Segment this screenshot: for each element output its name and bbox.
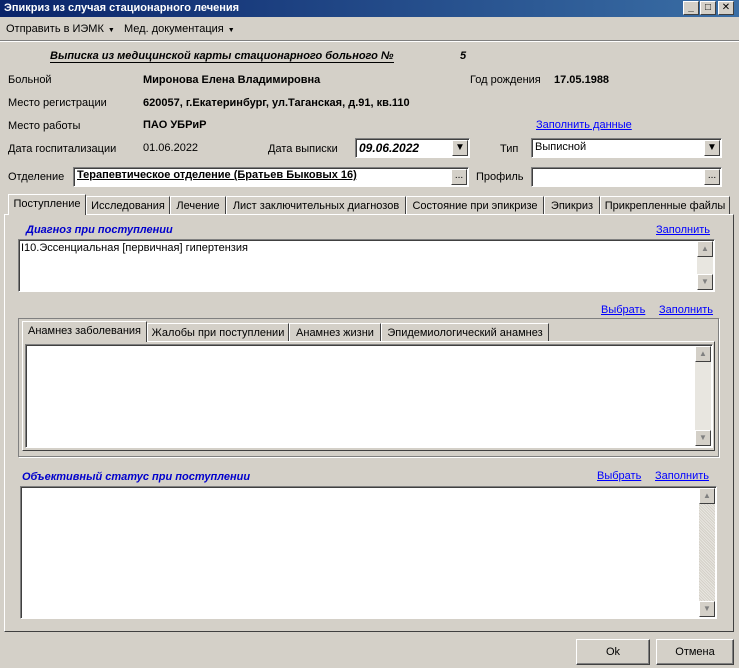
scroll-down-icon[interactable]: ▼ [697, 274, 713, 290]
department-label: Отделение [8, 171, 65, 183]
anamnesis-scrollbar[interactable]: ▲ ▼ [695, 346, 711, 446]
work-value: ПАО УБРиР [143, 119, 207, 131]
ok-button[interactable]: Ok [576, 639, 650, 665]
hospitalization-label: Дата госпитализации [8, 143, 117, 155]
objective-title: Объективный статус при поступлении [22, 471, 251, 483]
birth-label: Год рождения [470, 74, 541, 86]
type-label: Тип [500, 143, 519, 155]
window-title-bar[interactable]: Эпикриз из случая стационарного лечения … [0, 0, 739, 17]
objective-fill-link[interactable]: Заполнить [655, 470, 709, 482]
hospitalization-date: 01.06.2022 [143, 142, 199, 154]
diagnosis-fill-link[interactable]: Заполнить [656, 224, 710, 236]
menu-send-iemk-label: Отправить в ИЭМК [6, 23, 104, 35]
anamnesis-fill-link[interactable]: Заполнить [659, 304, 713, 316]
discharge-label: Дата выписки [268, 143, 338, 155]
menu-bar: Отправить в ИЭМК ▼ Мед. документация ▼ [0, 18, 739, 40]
type-select-value: Выписной [535, 141, 587, 153]
tab-treatment[interactable]: Лечение [170, 196, 226, 215]
profile-label: Профиль [476, 171, 524, 183]
ellipsis-button[interactable]: ... [451, 169, 467, 185]
menu-send-iemk[interactable]: Отправить в ИЭМК ▼ [6, 23, 115, 35]
chevron-down-icon[interactable]: ▼ [452, 140, 468, 156]
tab-research[interactable]: Исследования [86, 196, 170, 215]
scroll-down-icon[interactable]: ▼ [695, 430, 711, 446]
tab-epicrisis-state[interactable]: Состояние при эпикризе [406, 196, 544, 215]
menu-divider [0, 40, 739, 42]
menu-med-docs[interactable]: Мед. документация ▼ [124, 23, 235, 35]
fill-data-link[interactable]: Заполнить данные [536, 119, 632, 131]
department-value: Терапевтическое отделение (Братьев Быков… [77, 169, 357, 181]
chevron-down-icon: ▼ [227, 27, 235, 34]
diagnosis-text: I10.Эссенциальная [первичная] гипертензи… [21, 242, 248, 254]
diagnosis-title: Диагноз при поступлении [26, 224, 173, 236]
patient-label: Больной [8, 74, 52, 86]
maximize-button[interactable]: □ [700, 1, 716, 15]
scroll-down-icon[interactable]: ▼ [699, 601, 715, 617]
birth-value: 17.05.1988 [554, 74, 610, 86]
tab-life-anamnesis[interactable]: Анамнез жизни [289, 323, 381, 342]
objective-scrollbar[interactable]: ▲ ▼ [699, 488, 715, 617]
discharge-date-picker[interactable]: 09.06.2022 ▼ [355, 138, 470, 158]
chevron-down-icon: ▼ [107, 27, 115, 34]
tab-epidemiological-anamnesis[interactable]: Эпидемиологический анамнез [381, 323, 549, 342]
profile-field[interactable]: ... [531, 167, 722, 187]
diagnosis-textarea[interactable]: I10.Эссенциальная [первичная] гипертензи… [18, 239, 715, 292]
ellipsis-button[interactable]: ... [704, 169, 720, 185]
cancel-button[interactable]: Отмена [656, 639, 734, 665]
close-button[interactable]: ✕ [718, 1, 734, 15]
scroll-up-icon[interactable]: ▲ [697, 241, 713, 257]
tab-epicrisis[interactable]: Эпикриз [544, 196, 600, 215]
minimize-button[interactable]: _ [683, 1, 699, 15]
discharge-date-value: 09.06.2022 [359, 141, 420, 155]
objective-textarea[interactable]: ▲ ▼ [20, 486, 717, 619]
patient-name: Миронова Елена Владимировна [143, 74, 321, 86]
registration-label: Место регистрации [8, 97, 107, 109]
window-title: Эпикриз из случая стационарного лечения [4, 2, 240, 14]
objective-select-link[interactable]: Выбрать [597, 470, 641, 482]
registration-value: 620057, г.Екатеринбург, ул.Таганская, д.… [143, 97, 410, 109]
menu-med-docs-label: Мед. документация [124, 23, 224, 35]
tab-disease-anamnesis[interactable]: Анамнез заболевания [22, 321, 147, 342]
extract-title-text: Выписка из медицинской карты стационарно… [50, 50, 394, 63]
chevron-down-icon[interactable]: ▼ [704, 140, 720, 156]
anamnesis-textarea[interactable]: ▲ ▼ [25, 344, 713, 448]
department-field[interactable]: Терапевтическое отделение (Братьев Быков… [73, 167, 469, 187]
extract-number: 5 [460, 50, 467, 62]
extract-title: Выписка из медицинской карты стационарно… [50, 50, 394, 63]
diagnosis-scrollbar[interactable]: ▲ ▼ [697, 241, 713, 290]
tab-attached-files[interactable]: Прикрепленные файлы [600, 196, 730, 215]
tab-final-diagnoses[interactable]: Лист заключительных диагнозов [226, 196, 406, 215]
tab-admission[interactable]: Поступление [8, 194, 86, 215]
scroll-up-icon[interactable]: ▲ [699, 488, 715, 504]
anamnesis-select-link[interactable]: Выбрать [601, 304, 645, 316]
work-label: Место работы [8, 120, 81, 132]
scroll-up-icon[interactable]: ▲ [695, 346, 711, 362]
tab-admission-complaints[interactable]: Жалобы при поступлении [147, 323, 289, 342]
type-select[interactable]: Выписной ▼ [531, 138, 722, 158]
